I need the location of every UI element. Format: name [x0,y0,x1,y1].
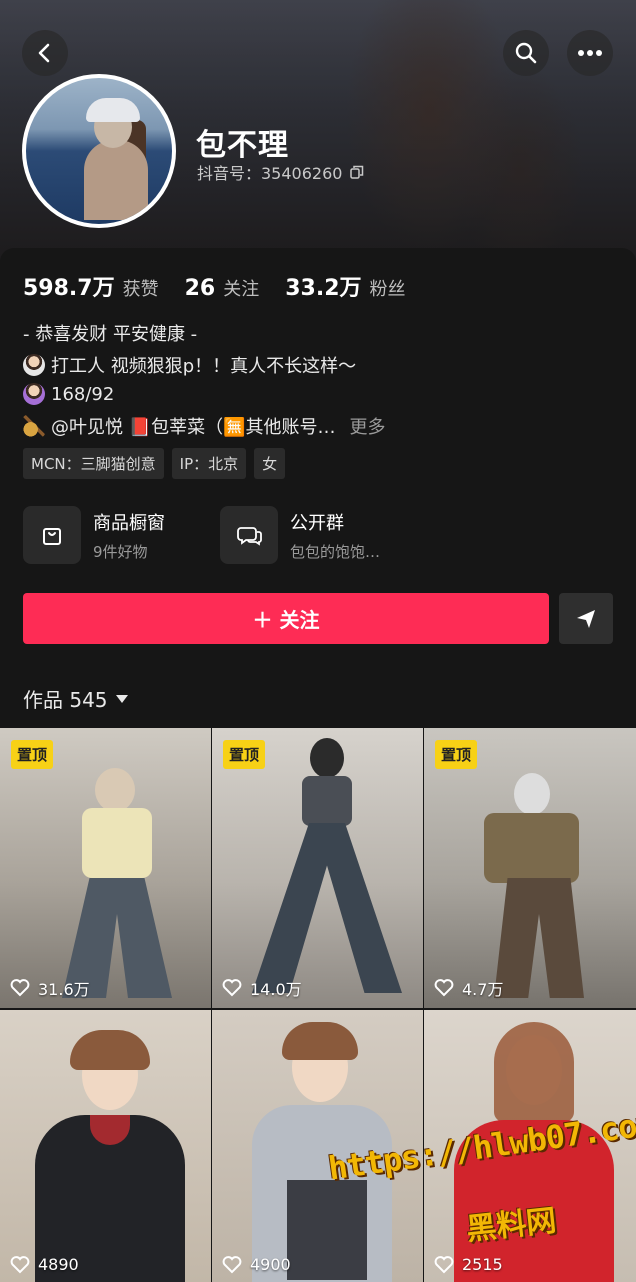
douyin-id-text: 抖音号：35406260 [197,164,343,183]
group-subtitle: 包包的饱饱… [290,542,381,561]
chat-bubbles-icon [220,506,278,564]
mcn-tag: MCN：三脚猫创意 [23,448,164,479]
watermark-site: 黑料网 [464,1203,558,1248]
share-button[interactable] [559,593,613,644]
pinned-badge: 置顶 [11,740,54,769]
showcase-subtitle: 9件好物 [93,542,148,561]
bio-line-1: - 恭喜发财 平安健康 - [23,324,198,345]
video-thumbnail[interactable]: 置顶 31.6万 [0,728,211,1008]
followers-count[interactable]: 33.2万 [285,270,361,302]
worker-emoji-icon [23,354,45,376]
bio-more-link[interactable]: 更多 [350,413,386,439]
video-likes: 4890 [10,1255,79,1274]
heart-icon [222,1255,242,1273]
heart-icon [434,1255,454,1273]
heart-icon [10,1255,30,1273]
video-likes-count: 4890 [38,1255,79,1274]
video-likes: 31.6万 [10,976,90,1000]
more-dots-icon [578,50,602,56]
bio-line-3-text: 168/92 [51,383,115,405]
heart-icon [10,979,30,997]
back-button[interactable] [22,30,68,76]
banjo-emoji-icon [23,415,45,437]
showcase-title: 商品橱窗 [93,512,165,534]
video-likes: 2515 [434,1255,503,1274]
heart-icon [434,979,454,997]
copy-icon[interactable] [350,165,364,179]
bio-line-3: 168/92 [23,383,114,405]
video-thumbnail[interactable]: 置顶 4.7万 [424,728,636,1008]
video-likes: 14.0万 [222,976,302,1000]
gender-tag: 女 [254,448,286,479]
heart-icon [222,979,242,997]
following-label[interactable]: 关注 [223,275,259,301]
works-label: 作品 545 [23,688,108,712]
video-thumbnail[interactable]: 4890 [0,1010,211,1282]
profile-name: 包不理 [196,128,289,163]
video-likes-count: 2515 [462,1255,503,1274]
video-likes: 4900 [222,1255,291,1274]
video-likes-count: 4900 [250,1255,291,1274]
bio-line-2: 打工人 视频狠狠p！！真人不长这样～ [23,352,356,378]
video-likes-count: 31.6万 [38,980,90,999]
douyin-id[interactable]: 抖音号：35406260 [197,160,364,184]
works-tab[interactable]: 作品 545 [23,684,128,713]
person-emoji-icon [23,383,45,405]
group-title: 公开群 [290,512,344,534]
follow-button[interactable]: ＋ 关注 [23,593,549,644]
video-thumbnail[interactable]: 置顶 14.0万 [212,728,423,1008]
product-showcase-entry[interactable]: 商品橱窗 9件好物 [23,506,165,564]
more-button[interactable] [567,30,613,76]
bio-line-2-text: 打工人 视频狠狠p！！真人不长这样～ [51,356,357,377]
chevron-left-icon [38,43,50,63]
send-icon [577,609,595,628]
bio-line-4: @叶见悦 📕包莘菜（🈚其他账号… 更多 [23,413,386,439]
followers-label[interactable]: 粉丝 [370,275,406,301]
following-count[interactable]: 26 [185,276,216,301]
shopping-bag-icon [23,506,81,564]
pinned-badge: 置顶 [223,740,266,769]
video-likes: 4.7万 [434,976,503,1000]
video-likes-count: 14.0万 [250,980,302,999]
search-icon [515,42,537,64]
caret-down-icon [115,694,128,703]
pinned-badge: 置顶 [435,740,478,769]
avatar[interactable] [22,74,176,228]
profile-tags: MCN：三脚猫创意 IP：北京 女 [23,448,286,479]
video-likes-count: 4.7万 [462,980,504,999]
profile-stats: 598.7万 获赞 26 关注 33.2万 粉丝 [23,270,432,302]
ip-tag: IP：北京 [171,448,247,479]
likes-count: 598.7万 [23,276,115,301]
public-group-entry[interactable]: 公开群 包包的饱饱… [220,506,380,564]
bio-line-4-text[interactable]: @叶见悦 📕包莘菜（🈚其他账号… [51,413,336,439]
likes-label: 获赞 [122,279,159,300]
search-button[interactable] [503,30,549,76]
